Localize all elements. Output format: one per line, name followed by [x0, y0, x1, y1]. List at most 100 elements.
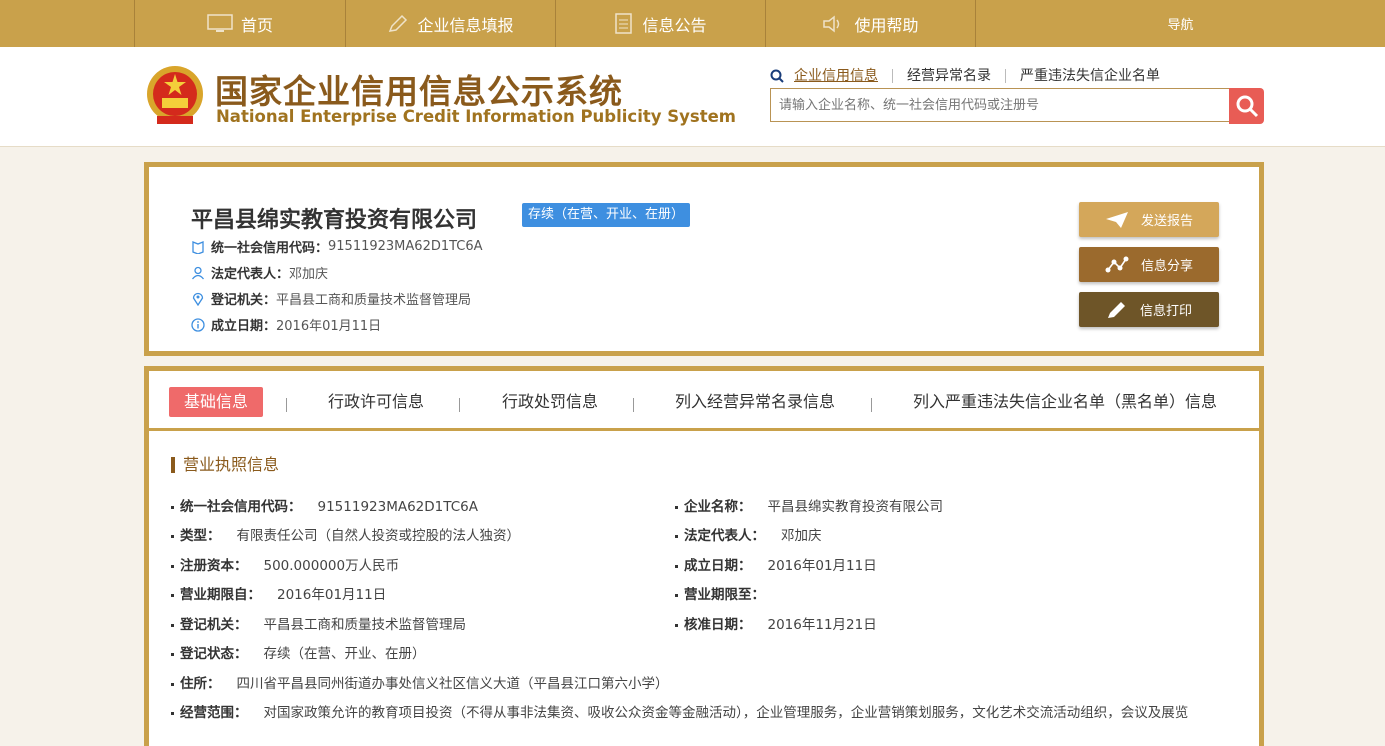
field-label: 类型：: [180, 528, 221, 544]
field-term-from: 营业期限自： 2016年01月11日: [171, 583, 386, 603]
send-report-button[interactable]: 发送报告: [1079, 202, 1219, 237]
field-label: 经营范围：: [180, 705, 248, 721]
field-approval-date: 核准日期： 2016年11月21日: [675, 613, 877, 633]
nav-notice-label: 信息公告: [642, 15, 707, 35]
field-type: 类型： 有限责任公司（自然人投资或控股的法人独资）: [171, 524, 520, 544]
monitor-icon: [207, 13, 233, 32]
tab-separator: [459, 398, 460, 412]
field-value: 500.000000万人民币: [263, 558, 400, 574]
nav-help[interactable]: 使用帮助: [765, 0, 975, 47]
field-credit-code: 统一社会信用代码： 91511923MA62D1TC6A: [171, 495, 478, 515]
section-title: 营业执照信息: [171, 457, 279, 473]
field-label: 登记机关：: [180, 617, 248, 633]
person-icon: [191, 266, 205, 279]
field-value: 有限责任公司（自然人投资或控股的法人独资）: [236, 528, 521, 544]
send-report-label: 发送报告: [1140, 214, 1193, 229]
search-link-credit[interactable]: 企业信用信息: [794, 69, 892, 83]
field-label: 统一社会信用代码：: [180, 499, 302, 515]
founded-label: 成立日期：: [211, 319, 277, 334]
legal-rep-value: 邓加庆: [289, 267, 329, 282]
field-label: 住所：: [180, 676, 221, 692]
field-label: 注册资本：: [180, 558, 248, 574]
top-nav-bar: 首页 企业信息填报 信息公告 使用帮助 导航: [0, 0, 1385, 48]
field-founded: 成立日期： 2016年01月11日: [675, 554, 877, 574]
book-icon: [192, 240, 204, 254]
company-name: 平昌县绵实教育投资有限公司: [191, 208, 478, 233]
reg-authority-value: 平昌县工商和质量技术监督管理局: [276, 293, 472, 308]
nav-fill-label: 企业信息填报: [417, 15, 514, 35]
tab-separator: [633, 398, 634, 412]
tab-blacklist[interactable]: 列入严重违法失信企业名单（黑名单）信息: [913, 387, 1217, 417]
reg-authority-label: 登记机关：: [211, 293, 277, 308]
detail-panel: 基础信息 行政许可信息 行政处罚信息 列入经营异常名录信息 列入严重违法失信企业…: [144, 366, 1264, 746]
field-address: 住所： 四川省平昌县同州街道办事处信义社区信义大道（平昌县江口第六小学）: [171, 672, 669, 692]
search-link-abnormal[interactable]: 经营异常名录: [892, 69, 1005, 83]
nav-help-label: 使用帮助: [854, 15, 919, 35]
field-label: 法定代表人：: [684, 528, 765, 544]
field-value: 对国家政策允许的教育项目投资（不得从事非法集资、吸收公众资金等金融活动），企业管…: [263, 705, 1189, 721]
field-value: 平昌县工商和质量技术监督管理局: [263, 617, 467, 633]
credit-code-value: 91511923MA62D1TC6A: [328, 239, 483, 254]
field-value: 2016年11月21日: [767, 617, 877, 633]
site-title-cn: 国家企业信用信息公示系统: [215, 72, 623, 111]
nav-home-label: 首页: [240, 15, 273, 35]
share-icon: [1105, 256, 1129, 272]
nav-enterprise-fill[interactable]: 企业信息填报: [345, 0, 555, 47]
print-button[interactable]: 信息打印: [1079, 292, 1219, 327]
info-icon: [191, 317, 205, 332]
founded-value: 2016年01月11日: [276, 319, 382, 334]
company-summary-card: 平昌县绵实教育投资有限公司 存续（在营、开业、在册） 统一社会信用代码： 915…: [144, 162, 1264, 356]
field-label: 营业期限至：: [684, 587, 765, 603]
field-business-scope: 经营范围： 对国家政策允许的教育项目投资（不得从事非法集资、吸收公众资金等金融活动…: [171, 701, 1188, 721]
field-value: 2016年01月11日: [277, 587, 387, 603]
tab-separator: [871, 398, 872, 412]
field-value: 2016年01月11日: [767, 558, 877, 574]
field-legal-rep: 法定代表人： 邓加庆: [675, 524, 822, 544]
nav-info-notice[interactable]: 信息公告: [555, 0, 765, 47]
tab-abnormal-list[interactable]: 列入经营异常名录信息: [675, 387, 835, 417]
field-label: 营业期限自：: [180, 587, 261, 603]
credit-code-label: 统一社会信用代码：: [211, 241, 329, 256]
tab-basic-info[interactable]: 基础信息: [169, 387, 264, 417]
field-term-to: 营业期限至：: [675, 583, 781, 603]
field-reg-status: 登记状态： 存续（在营、开业、在册）: [171, 642, 426, 662]
field-value: 四川省平昌县同州街道办事处信义社区信义大道（平昌县江口第六小学）: [236, 676, 669, 692]
paper-plane-icon: [1105, 211, 1128, 228]
field-label: 登记状态：: [180, 646, 248, 662]
status-badge: 存续（在营、开业、在册）: [522, 203, 691, 227]
field-label: 核准日期：: [684, 617, 752, 633]
print-label: 信息打印: [1139, 304, 1192, 319]
site-title-en: National Enterprise Credit Information P…: [216, 107, 736, 126]
legal-rep-label: 法定代表人：: [211, 267, 290, 282]
field-reg-capital: 注册资本： 500.000000万人民币: [171, 554, 399, 574]
tab-admin-penalty[interactable]: 行政处罚信息: [502, 387, 598, 417]
reg-authority-row: 登记机关： 平昌县工商和质量技术监督管理局: [191, 289, 471, 308]
nav-home[interactable]: 首页: [134, 0, 345, 47]
field-value: 存续（在营、开业、在册）: [263, 646, 426, 662]
tab-admin-license[interactable]: 行政许可信息: [328, 387, 424, 417]
document-icon: [615, 12, 633, 34]
field-value: 平昌县绵实教育投资有限公司: [767, 499, 944, 515]
location-pin-icon: [192, 292, 204, 306]
field-value: 邓加庆: [781, 528, 822, 544]
share-button[interactable]: 信息分享: [1079, 247, 1219, 282]
national-emblem-icon: [147, 66, 203, 124]
nav-guide-label: 导航: [1167, 18, 1194, 33]
search-link-blacklist[interactable]: 严重违法失信企业名单: [1005, 69, 1174, 83]
nav-guide[interactable]: 导航: [975, 0, 1385, 47]
share-label: 信息分享: [1140, 259, 1193, 274]
search-input[interactable]: [770, 88, 1230, 122]
field-label: 企业名称：: [684, 499, 752, 515]
credit-code-row: 统一社会信用代码： 91511923MA62D1TC6A: [191, 237, 483, 256]
field-reg-authority: 登记机关： 平昌县工商和质量技术监督管理局: [171, 613, 466, 633]
search-type-links: 企业信用信息 经营异常名录 严重违法失信企业名单: [770, 67, 1174, 85]
field-company-name: 企业名称： 平昌县绵实教育投资有限公司: [675, 495, 943, 515]
legal-rep-row: 法定代表人： 邓加庆: [191, 263, 328, 282]
founded-row: 成立日期： 2016年01月11日: [191, 315, 381, 334]
search-icon: [1236, 95, 1258, 118]
search-button[interactable]: [1229, 88, 1264, 124]
speaker-icon: [823, 14, 840, 33]
pencil-icon: [1107, 301, 1125, 318]
field-label: 成立日期：: [684, 558, 752, 574]
info-tabs: 基础信息 行政许可信息 行政处罚信息 列入经营异常名录信息 列入严重违法失信企业…: [149, 371, 1259, 431]
